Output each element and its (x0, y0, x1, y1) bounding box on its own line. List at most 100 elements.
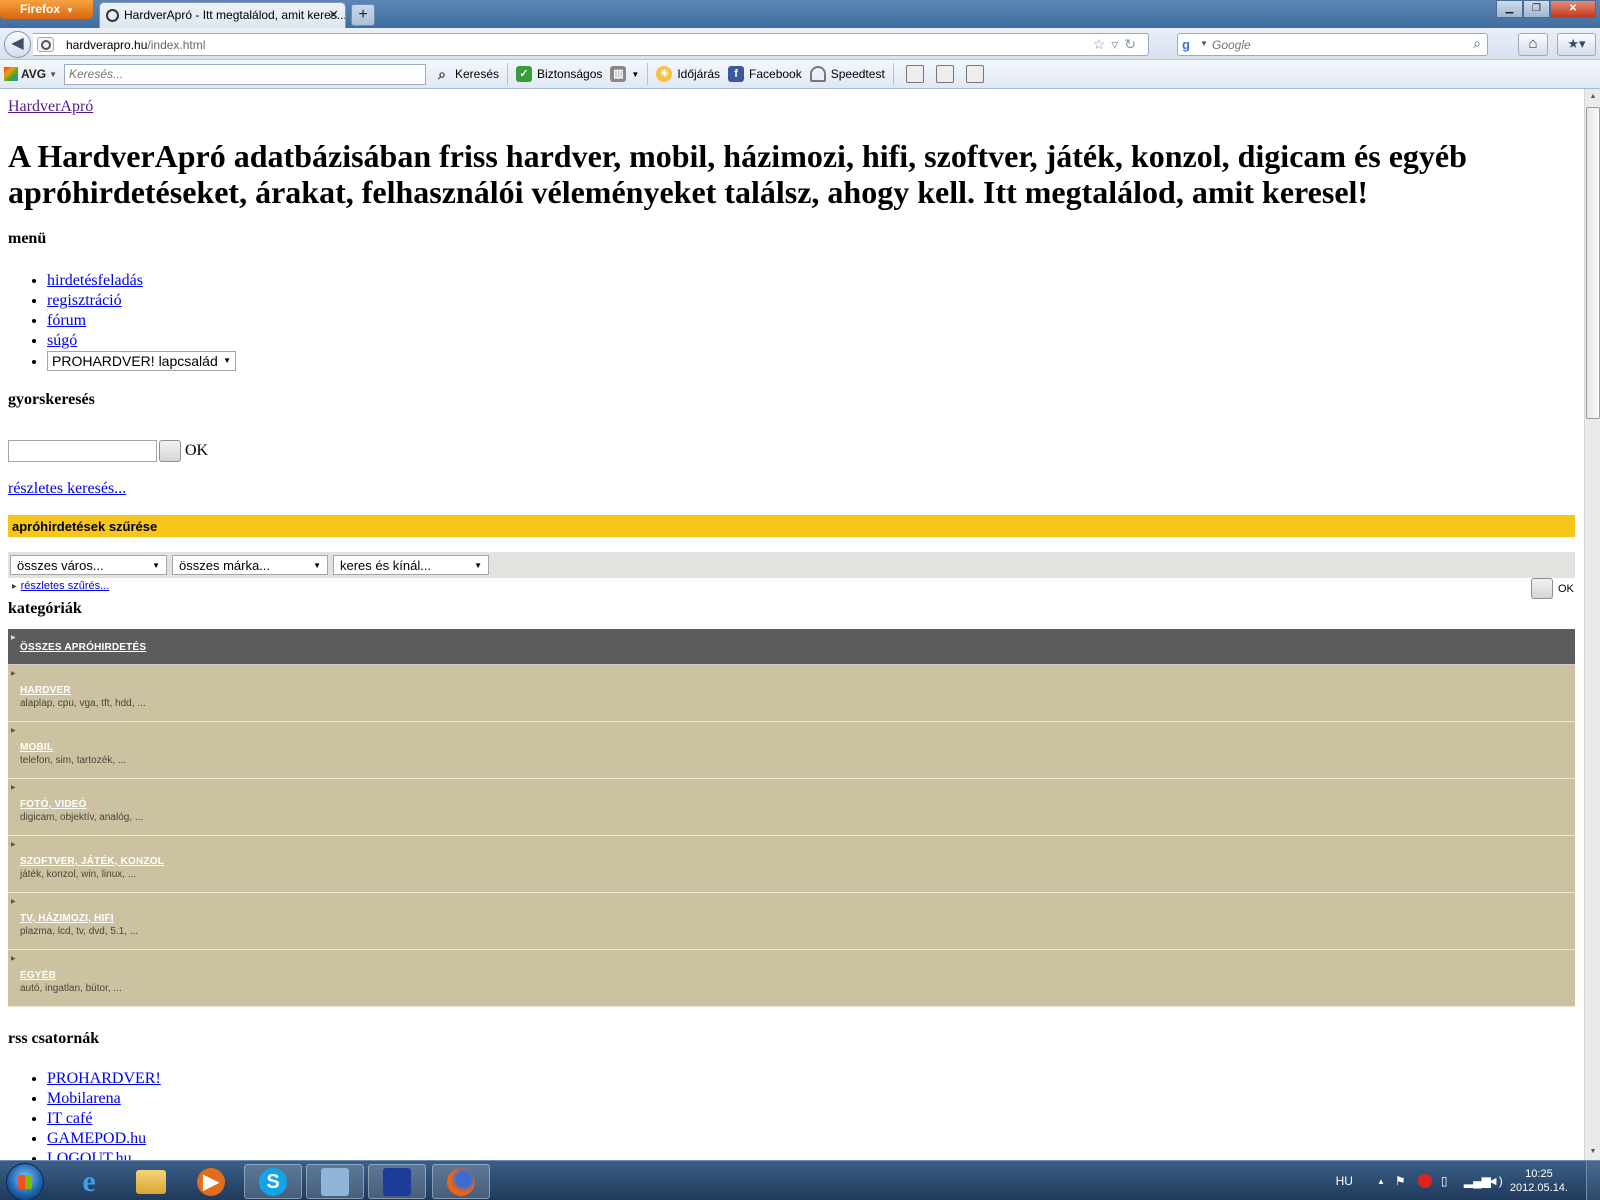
reload-icon[interactable]: ↻ (1124, 36, 1142, 52)
start-button[interactable] (6, 1163, 44, 1200)
antivirus-tray-icon[interactable] (1417, 1174, 1432, 1188)
quicksearch-heading: gyorskeresés (8, 391, 95, 408)
rss-item: LOGOUT.hu (47, 1149, 161, 1160)
history-dropdown-icon[interactable]: ▿ (1111, 36, 1124, 52)
taskbar-ie[interactable]: e (60, 1164, 118, 1199)
avg-search-label: Keresés (455, 67, 500, 81)
scrollbar-thumb[interactable] (1586, 107, 1600, 419)
category-link[interactable]: SZOFTVER, JÁTÉK, KONZOL (20, 856, 164, 867)
category-link[interactable]: FOTÓ, VIDEÓ (20, 799, 87, 810)
power-tray-icon[interactable]: ▯ (1441, 1174, 1455, 1188)
detailed-filter-link[interactable]: részletes szűrés... (21, 580, 110, 592)
taskbar-remote-desktop[interactable] (306, 1164, 364, 1199)
category-row-other[interactable]: ▶ EGYÉB autó, ingatlan, bútor, ... (8, 950, 1575, 1007)
category-row-hardware[interactable]: ▶ HARDVER alaplap, cpu, vga, tft, hdd, .… (8, 665, 1575, 722)
language-indicator[interactable]: HU (1336, 1174, 1353, 1188)
windows-taskbar: e ▶ S HU ▲ ⚑ ▯ ▂▄▆ ◄) 10:25 2012.05.14. (0, 1160, 1600, 1200)
category-row-mobile[interactable]: ▶ MOBIL telefon, sim, tartozék, ... (8, 722, 1575, 779)
page-viewport: HardverApró A HardverApró adatbázisában … (0, 89, 1584, 1160)
category-link[interactable]: ÖSSZES APRÓHIRDETÉS (20, 642, 146, 653)
search-input[interactable] (1212, 36, 1462, 54)
calculator-icon[interactable] (905, 65, 924, 83)
minimize-button[interactable]: ▁ (1496, 0, 1523, 18)
avg-facebook-button[interactable]: f Facebook (728, 66, 802, 82)
menu-link-forum[interactable]: fórum (47, 312, 86, 329)
rss-link[interactable]: IT café (47, 1110, 92, 1127)
bookmarks-button[interactable]: ★▾ (1557, 33, 1596, 56)
google-engine-icon[interactable]: g (1182, 37, 1190, 52)
shield-icon: ✓ (516, 66, 533, 82)
taskbar-media-player[interactable]: ▶ (182, 1164, 240, 1199)
avg-search-button[interactable]: ⌕ Keresés (434, 66, 499, 82)
category-row-all[interactable]: ▶ ÖSSZES APRÓHIRDETÉS (8, 629, 1575, 665)
city-select[interactable]: összes város... ▼ (10, 555, 167, 575)
volume-icon[interactable]: ◄) (1487, 1174, 1503, 1188)
network-signal-icon[interactable]: ▂▄▆ (1464, 1174, 1491, 1188)
taskbar-explorer[interactable] (122, 1164, 180, 1199)
rss-link[interactable]: GAMEPOD.hu (47, 1130, 146, 1147)
avg-speedtest-button[interactable]: Speedtest (809, 66, 885, 82)
menu-link-ad-post[interactable]: hirdetésfeladás (47, 272, 143, 289)
category-link[interactable]: MOBIL (20, 742, 53, 753)
quicksearch-input[interactable] (8, 440, 157, 462)
action-center-flag-icon[interactable]: ⚑ (1395, 1174, 1409, 1188)
tab-close-icon[interactable]: ✕ (328, 7, 339, 23)
quicksearch-ok-label: OK (185, 442, 209, 459)
taskbar-skype[interactable]: S (244, 1164, 302, 1199)
back-button[interactable]: ◀ (4, 31, 31, 58)
show-hidden-icons-icon[interactable]: ▲ (1377, 1177, 1385, 1186)
maximize-button[interactable]: ❐ (1523, 0, 1550, 18)
system-clock[interactable]: 10:25 2012.05.14. (1510, 1167, 1568, 1195)
quicksearch-submit-button[interactable] (159, 440, 181, 462)
category-row-software[interactable]: ▶ SZOFTVER, JÁTÉK, KONZOL játék, konzol,… (8, 836, 1575, 893)
close-window-button[interactable]: ✕ (1550, 0, 1596, 18)
firefox-menu-button[interactable]: Firefox ▼ (0, 0, 93, 19)
taskbar-firefox[interactable] (432, 1164, 490, 1199)
triangle-right-icon: ▶ (11, 635, 16, 641)
site-family-select[interactable]: PROHARDVER! lapcsalád ▼ (47, 351, 236, 371)
category-link[interactable]: TV, HÁZIMOZI, HIFI (20, 913, 114, 924)
avg-logo[interactable]: AVG ▼ (4, 67, 60, 81)
avg-safe-button[interactable]: ✓ Biztonságos (516, 66, 602, 82)
chevron-down-icon: ▼ (313, 560, 321, 570)
scroll-up-icon[interactable]: ▲ (1585, 89, 1600, 105)
menu-link-register[interactable]: regisztráció (47, 292, 122, 309)
site-identity-icon[interactable] (37, 37, 54, 52)
rss-link[interactable]: LOGOUT.hu (47, 1150, 132, 1160)
site-home-link[interactable]: HardverApró (8, 98, 93, 116)
vertical-scrollbar[interactable]: ▲ ▼ (1584, 89, 1600, 1160)
browser-tab[interactable]: HardverApró - Itt megtalálod, amit keres… (99, 2, 346, 28)
filter-submit-button[interactable] (1531, 578, 1553, 599)
avg-logo-label: AVG (21, 67, 47, 81)
url-bar[interactable]: hardverapro.hu/index.html ☆▿↻ (33, 33, 1149, 56)
show-desktop-button[interactable] (1586, 1161, 1600, 1200)
engine-dropdown-icon[interactable]: ▼ (1200, 39, 1208, 48)
scroll-down-icon[interactable]: ▼ (1585, 1144, 1600, 1160)
search-icon[interactable]: ⌕ (1473, 35, 1481, 52)
category-link[interactable]: HARDVER (20, 685, 71, 696)
category-row-photo-video[interactable]: ▶ FOTÓ, VIDEÓ digicam, objektív, analóg,… (8, 779, 1575, 836)
search-bar[interactable]: g ▼ ⌕ (1177, 33, 1488, 56)
avg-search-input[interactable] (64, 63, 426, 85)
category-description: alaplap, cpu, vga, tft, hdd, ... (20, 698, 146, 709)
rss-item: Mobilarena (47, 1089, 161, 1109)
magnifier-icon[interactable] (965, 65, 984, 83)
detailed-search-link[interactable]: részletes keresés... (8, 480, 126, 498)
type-select[interactable]: keres és kínál... ▼ (333, 555, 489, 575)
avg-weather-button[interactable]: ☀ Időjárás (656, 66, 720, 82)
taskbar-save-app[interactable] (368, 1164, 426, 1199)
brand-select[interactable]: összes márka... ▼ (172, 555, 328, 575)
category-description: digicam, objektív, analóg, ... (20, 812, 144, 823)
category-row-tv-hifi[interactable]: ▶ TV, HÁZIMOZI, HIFI plazma, lcd, tv, dv… (8, 893, 1575, 950)
category-link[interactable]: EGYÉB (20, 970, 56, 981)
menu-link-help[interactable]: súgó (47, 332, 77, 349)
url-text[interactable]: hardverapro.hu/index.html (66, 38, 205, 52)
home-button[interactable]: ⌂ (1518, 33, 1548, 56)
bookmark-star-icon[interactable]: ☆ (1093, 36, 1112, 52)
window-titlebar: Firefox ▼ HardverApró - Itt megtalálod, a… (0, 0, 1600, 28)
avg-trash-button[interactable]: ▥ ▼ (610, 66, 639, 82)
new-tab-button[interactable]: + (351, 4, 375, 26)
rss-link[interactable]: Mobilarena (47, 1090, 121, 1107)
rss-link[interactable]: PROHARDVER! (47, 1070, 161, 1087)
notepad-icon[interactable] (935, 65, 954, 83)
